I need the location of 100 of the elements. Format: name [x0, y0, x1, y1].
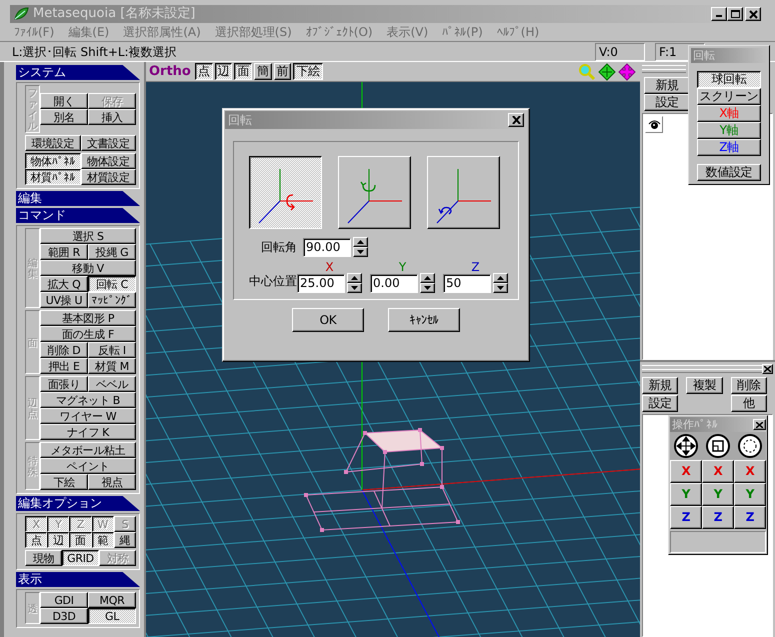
tool-button[interactable]: 選択 S — [40, 228, 136, 244]
tool-button[interactable]: UV操 U — [40, 292, 88, 308]
panel-grip[interactable] — [642, 65, 686, 73]
center-field[interactable]: 50 — [443, 274, 491, 292]
tool-button[interactable]: 別名 — [40, 109, 88, 125]
tool-button[interactable]: ナイフ K — [40, 424, 136, 440]
tool-button[interactable]: 回転 C — [88, 276, 136, 292]
tool-button[interactable]: 下絵 — [40, 474, 88, 490]
tool-button[interactable]: 材質ﾊﾟﾈﾙ — [25, 169, 80, 185]
close-button[interactable] — [508, 113, 524, 127]
tool-button[interactable]: 面張り — [40, 376, 88, 392]
up-arrow-icon — [357, 240, 364, 244]
tool-button[interactable]: 材質設定 — [80, 169, 136, 185]
mode-button[interactable]: Z軸 — [697, 139, 761, 156]
rotate-icon[interactable] — [738, 434, 762, 458]
panel-grip[interactable] — [642, 365, 773, 373]
tool-button[interactable]: ベベル — [88, 376, 136, 392]
panel-button[interactable]: 新規 — [644, 77, 690, 94]
tool-button[interactable]: 面の生成 F — [40, 326, 136, 342]
tool-button[interactable]: 削除 D — [40, 342, 88, 358]
section-header[interactable]: システム — [16, 65, 140, 80]
maximize-button[interactable] — [727, 7, 743, 21]
numeric-button[interactable]: 数値設定 — [697, 164, 761, 181]
tool-button[interactable]: 点 — [25, 532, 48, 548]
tool-button[interactable]: メタボール粘土 — [40, 442, 136, 458]
axis-button[interactable]: Z — [702, 506, 734, 529]
tool-button[interactable]: 物体ﾊﾟﾈﾙ — [25, 153, 80, 169]
panel-button[interactable]: 削除 — [730, 377, 767, 394]
tool-button[interactable]: 辺 — [47, 532, 70, 548]
tool-button[interactable]: 現物 — [25, 550, 62, 566]
visibility-toggle[interactable] — [645, 116, 663, 133]
projection-label[interactable]: Ortho — [149, 62, 191, 82]
view-toggle-button[interactable]: 辺 — [214, 63, 232, 80]
center-field[interactable]: 25.00 — [297, 274, 345, 292]
tool-button[interactable]: GRID — [62, 550, 99, 566]
view-toggle-button[interactable]: 前 — [274, 63, 292, 80]
dialog-button[interactable]: OK — [292, 308, 364, 332]
close-button[interactable] — [753, 419, 766, 430]
tool-button[interactable]: ﾏｯﾋﾟﾝｸﾞ — [88, 292, 136, 308]
tool-button[interactable]: 材質 M — [88, 358, 136, 374]
tool-button[interactable]: 移動 V — [40, 260, 136, 276]
tool-button[interactable]: ペイント — [40, 458, 136, 474]
spin-down-button[interactable] — [493, 283, 508, 293]
panel-button[interactable]: 他 — [730, 395, 767, 412]
tool-button[interactable]: 投縄 G — [88, 244, 136, 260]
minimize-button[interactable] — [711, 7, 727, 21]
tool-button[interactable]: 範 — [92, 532, 114, 548]
spin-up-button[interactable] — [347, 273, 362, 283]
tool-button[interactable]: 拡大 Q — [40, 276, 88, 292]
view-toggle-button[interactable]: 点 — [194, 63, 213, 80]
leaf-icon — [13, 7, 29, 21]
panel-button[interactable]: 新規 — [642, 377, 678, 394]
spin-up-button[interactable] — [493, 273, 508, 283]
spin-down-button[interactable] — [420, 283, 435, 293]
tool-button[interactable]: 縄 — [114, 532, 136, 548]
axis-button[interactable]: Z — [670, 506, 702, 529]
tool-button[interactable]: MQR — [88, 592, 136, 608]
dialog-button[interactable]: ｷｬﾝｾﾙ — [388, 308, 460, 332]
spin-up-button[interactable] — [420, 273, 435, 283]
tool-button[interactable]: 反転 I — [88, 342, 136, 358]
tool-button[interactable]: 挿入 — [88, 109, 136, 125]
axis-button[interactable]: Z — [734, 506, 766, 529]
tool-button[interactable]: GL — [88, 608, 136, 624]
section-header[interactable]: コマンド — [16, 208, 140, 223]
spin-down-button[interactable] — [353, 247, 368, 257]
view-toggle-button[interactable]: 下絵 — [293, 63, 323, 80]
axis-label: Z — [471, 261, 480, 273]
tool-button[interactable]: 物体設定 — [80, 153, 136, 169]
spin-down-button[interactable] — [347, 283, 362, 293]
section-header[interactable]: 編集 — [16, 191, 140, 206]
view-toggle-button[interactable]: 面 — [234, 63, 252, 80]
close-button[interactable] — [745, 7, 761, 21]
view-toggle-button[interactable]: 簡 — [254, 63, 272, 80]
section-header[interactable]: 編集オプション — [16, 496, 140, 511]
tool-button[interactable]: 環境設定 — [25, 135, 80, 151]
tool-button[interactable]: 押出 E — [40, 358, 88, 374]
spin-up-button[interactable] — [353, 237, 368, 247]
move-icon[interactable] — [674, 434, 698, 458]
tool-button[interactable]: 文書設定 — [80, 135, 136, 151]
tool-button[interactable]: GDI — [40, 592, 88, 608]
section-header[interactable]: 表示 — [16, 572, 140, 587]
tool-button[interactable]: 面 — [69, 532, 92, 548]
tool-button[interactable]: マグネット B — [40, 392, 136, 408]
tool-button[interactable]: ワイヤー W — [40, 408, 136, 424]
tool-button[interactable]: 範囲 R — [40, 244, 88, 260]
panel-button[interactable]: 設定 — [642, 395, 678, 412]
mode-button[interactable]: 球回転 — [697, 71, 761, 88]
tool-button[interactable]: 開く — [40, 93, 88, 109]
tool-button[interactable]: 基本図形 P — [40, 310, 136, 326]
close-button[interactable] — [762, 364, 773, 374]
mode-button[interactable]: スクリーン — [697, 88, 761, 105]
scale-icon[interactable] — [706, 434, 730, 458]
axis-option-button[interactable] — [249, 156, 322, 229]
center-field[interactable]: 0.00 — [370, 274, 418, 292]
tool-button[interactable]: D3D — [40, 608, 88, 624]
panel-button[interactable]: 設定 — [644, 94, 690, 111]
dialog-title: 回転 — [228, 112, 252, 129]
angle-field[interactable]: 90.00 — [303, 238, 351, 256]
tool-button[interactable]: 視点 — [88, 474, 136, 490]
panel-button[interactable]: 複製 — [686, 377, 723, 394]
